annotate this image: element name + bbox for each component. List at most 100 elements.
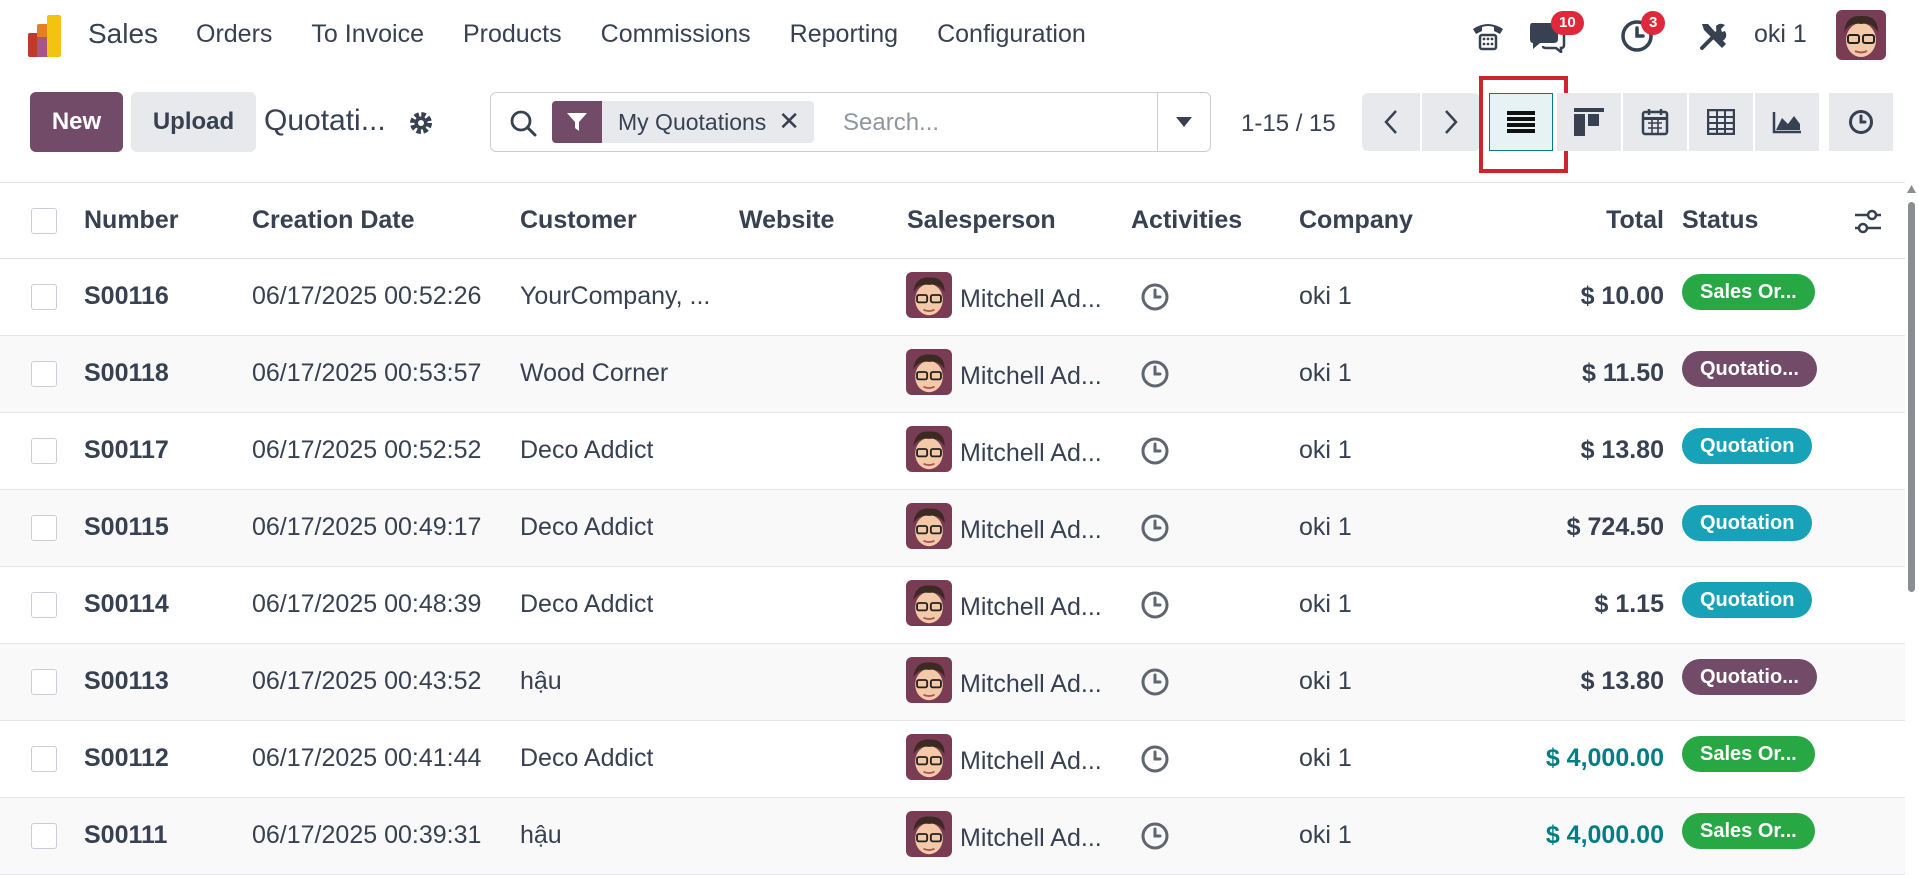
activity-clock-icon[interactable] <box>1140 590 1170 620</box>
table-icon <box>1707 109 1735 135</box>
kanban-view-button[interactable] <box>1557 93 1621 151</box>
cell-number: S00111 <box>84 821 168 849</box>
row-checkbox[interactable] <box>31 515 57 541</box>
caret-down-icon <box>1176 117 1192 127</box>
graph-view-button[interactable] <box>1755 93 1819 151</box>
pager-previous-button[interactable] <box>1362 93 1420 151</box>
cell-total: $ 4,000.00 <box>1545 821 1664 849</box>
sales-app-icon[interactable] <box>28 15 70 57</box>
menu-configuration[interactable]: Configuration <box>937 20 1086 49</box>
activity-clock-icon[interactable] <box>1140 744 1170 774</box>
area-chart-icon <box>1772 112 1801 134</box>
pager-next-button[interactable] <box>1422 93 1480 151</box>
table-row[interactable]: S00111 06/17/2025 00:39:31 hậu Mitchell Ad.… <box>0 798 1905 875</box>
row-checkbox[interactable] <box>31 746 57 772</box>
row-checkbox[interactable] <box>31 361 57 387</box>
tools-button[interactable] <box>1694 16 1734 56</box>
col-number[interactable]: Number <box>84 206 178 235</box>
cell-customer: Deco Addict <box>520 436 654 464</box>
col-creation-date[interactable]: Creation Date <box>252 206 415 235</box>
cell-creation-date: 06/17/2025 00:52:26 <box>252 282 482 310</box>
table-header: Number Creation Date Customer Website Sa… <box>0 182 1905 259</box>
cell-creation-date: 06/17/2025 00:41:44 <box>252 744 482 772</box>
column-settings-icon[interactable] <box>1854 209 1882 235</box>
activity-clock-icon[interactable] <box>1140 667 1170 697</box>
scrollbar-thumb[interactable] <box>1908 202 1915 592</box>
search-icon[interactable] <box>509 109 537 137</box>
messages-button[interactable]: 10 <box>1527 11 1584 56</box>
row-checkbox[interactable] <box>31 284 57 310</box>
cell-salesperson: Mitchell Ad... <box>960 593 1102 621</box>
cell-customer: Deco Addict <box>520 513 654 541</box>
row-checkbox[interactable] <box>31 438 57 464</box>
cell-company: oki 1 <box>1299 667 1352 695</box>
cell-salesperson: Mitchell Ad... <box>960 362 1102 390</box>
table-row[interactable]: S00118 06/17/2025 00:53:57 Wood Corner Mitc… <box>0 336 1905 413</box>
cell-company: oki 1 <box>1299 744 1352 772</box>
activity-clock-icon[interactable] <box>1140 821 1170 851</box>
tools-icon <box>1700 23 1727 50</box>
menu-to-invoice[interactable]: To Invoice <box>311 20 424 49</box>
table-row[interactable]: S00112 06/17/2025 00:41:44 Deco Addict Mitc… <box>0 721 1905 798</box>
activity-clock-icon[interactable] <box>1140 436 1170 466</box>
menu-reporting[interactable]: Reporting <box>790 20 898 49</box>
row-checkbox[interactable] <box>31 592 57 618</box>
table-row[interactable]: S00114 06/17/2025 00:48:39 Deco Addict Mitc… <box>0 567 1905 644</box>
salesperson-avatar <box>906 811 952 857</box>
calendar-icon <box>1641 109 1669 136</box>
row-checkbox[interactable] <box>31 669 57 695</box>
activity-clock-icon[interactable] <box>1140 359 1170 389</box>
menu-commissions[interactable]: Commissions <box>601 20 751 49</box>
table-row[interactable]: S00115 06/17/2025 00:49:17 Deco Addict Mitc… <box>0 490 1905 567</box>
cell-creation-date: 06/17/2025 00:43:52 <box>252 667 482 695</box>
activity-view-button[interactable] <box>1829 93 1893 151</box>
pager-value[interactable]: 1-15 / 15 <box>1241 110 1336 138</box>
facet-remove-icon[interactable]: ✕ <box>778 101 814 143</box>
col-company[interactable]: Company <box>1299 206 1413 235</box>
phone-icon <box>1473 24 1503 51</box>
menu-orders[interactable]: Orders <box>196 20 272 49</box>
cell-total: $ 13.80 <box>1580 667 1664 695</box>
app-name[interactable]: Sales <box>88 18 158 50</box>
activity-clock-icon[interactable] <box>1140 513 1170 543</box>
messages-badge: 10 <box>1551 11 1584 35</box>
upload-button[interactable]: Upload <box>131 92 256 152</box>
filter-facet[interactable]: My Quotations ✕ <box>552 101 815 143</box>
search-options-toggle[interactable] <box>1157 93 1210 151</box>
scroll-up-arrow-icon[interactable] <box>1907 185 1916 193</box>
top-navbar: Sales Orders To Invoice Products Commiss… <box>0 0 1919 70</box>
cell-creation-date: 06/17/2025 00:48:39 <box>252 590 482 618</box>
cell-company: oki 1 <box>1299 282 1352 310</box>
cell-company: oki 1 <box>1299 359 1352 387</box>
pivot-view-button[interactable] <box>1689 93 1753 151</box>
col-status[interactable]: Status <box>1682 206 1758 235</box>
cell-creation-date: 06/17/2025 00:53:57 <box>252 359 482 387</box>
phone-button[interactable] <box>1468 16 1508 56</box>
col-activities[interactable]: Activities <box>1131 206 1242 235</box>
search-input[interactable] <box>843 103 1143 143</box>
cell-customer: Deco Addict <box>520 590 654 618</box>
avatar-icon <box>906 811 952 857</box>
table-row[interactable]: S00117 06/17/2025 00:52:52 Deco Addict Mitc… <box>0 413 1905 490</box>
activity-clock-icon[interactable] <box>1140 282 1170 312</box>
avatar-icon <box>906 657 952 703</box>
vertical-scrollbar[interactable] <box>1904 182 1919 873</box>
status-badge: Sales Or... <box>1682 813 1815 849</box>
activities-button[interactable]: 3 <box>1617 11 1666 56</box>
user-name[interactable]: oki 1 <box>1754 20 1807 49</box>
row-checkbox[interactable] <box>31 823 57 849</box>
select-all-checkbox[interactable] <box>31 208 57 234</box>
col-salesperson[interactable]: Salesperson <box>907 206 1056 235</box>
new-button[interactable]: New <box>30 92 123 152</box>
menu-products[interactable]: Products <box>463 20 562 49</box>
table-row[interactable]: S00113 06/17/2025 00:43:52 hậu Mitchell Ad.… <box>0 644 1905 721</box>
gear-icon[interactable] <box>408 110 434 136</box>
col-website[interactable]: Website <box>739 206 834 235</box>
calendar-view-button[interactable] <box>1623 93 1687 151</box>
cell-number: S00114 <box>84 590 169 618</box>
col-total[interactable]: Total <box>1560 206 1664 235</box>
user-avatar[interactable] <box>1836 10 1886 60</box>
col-customer[interactable]: Customer <box>520 206 637 235</box>
status-badge: Quotation <box>1682 428 1813 464</box>
table-row[interactable]: S00116 06/17/2025 00:52:26 YourCompany, ..… <box>0 259 1905 336</box>
